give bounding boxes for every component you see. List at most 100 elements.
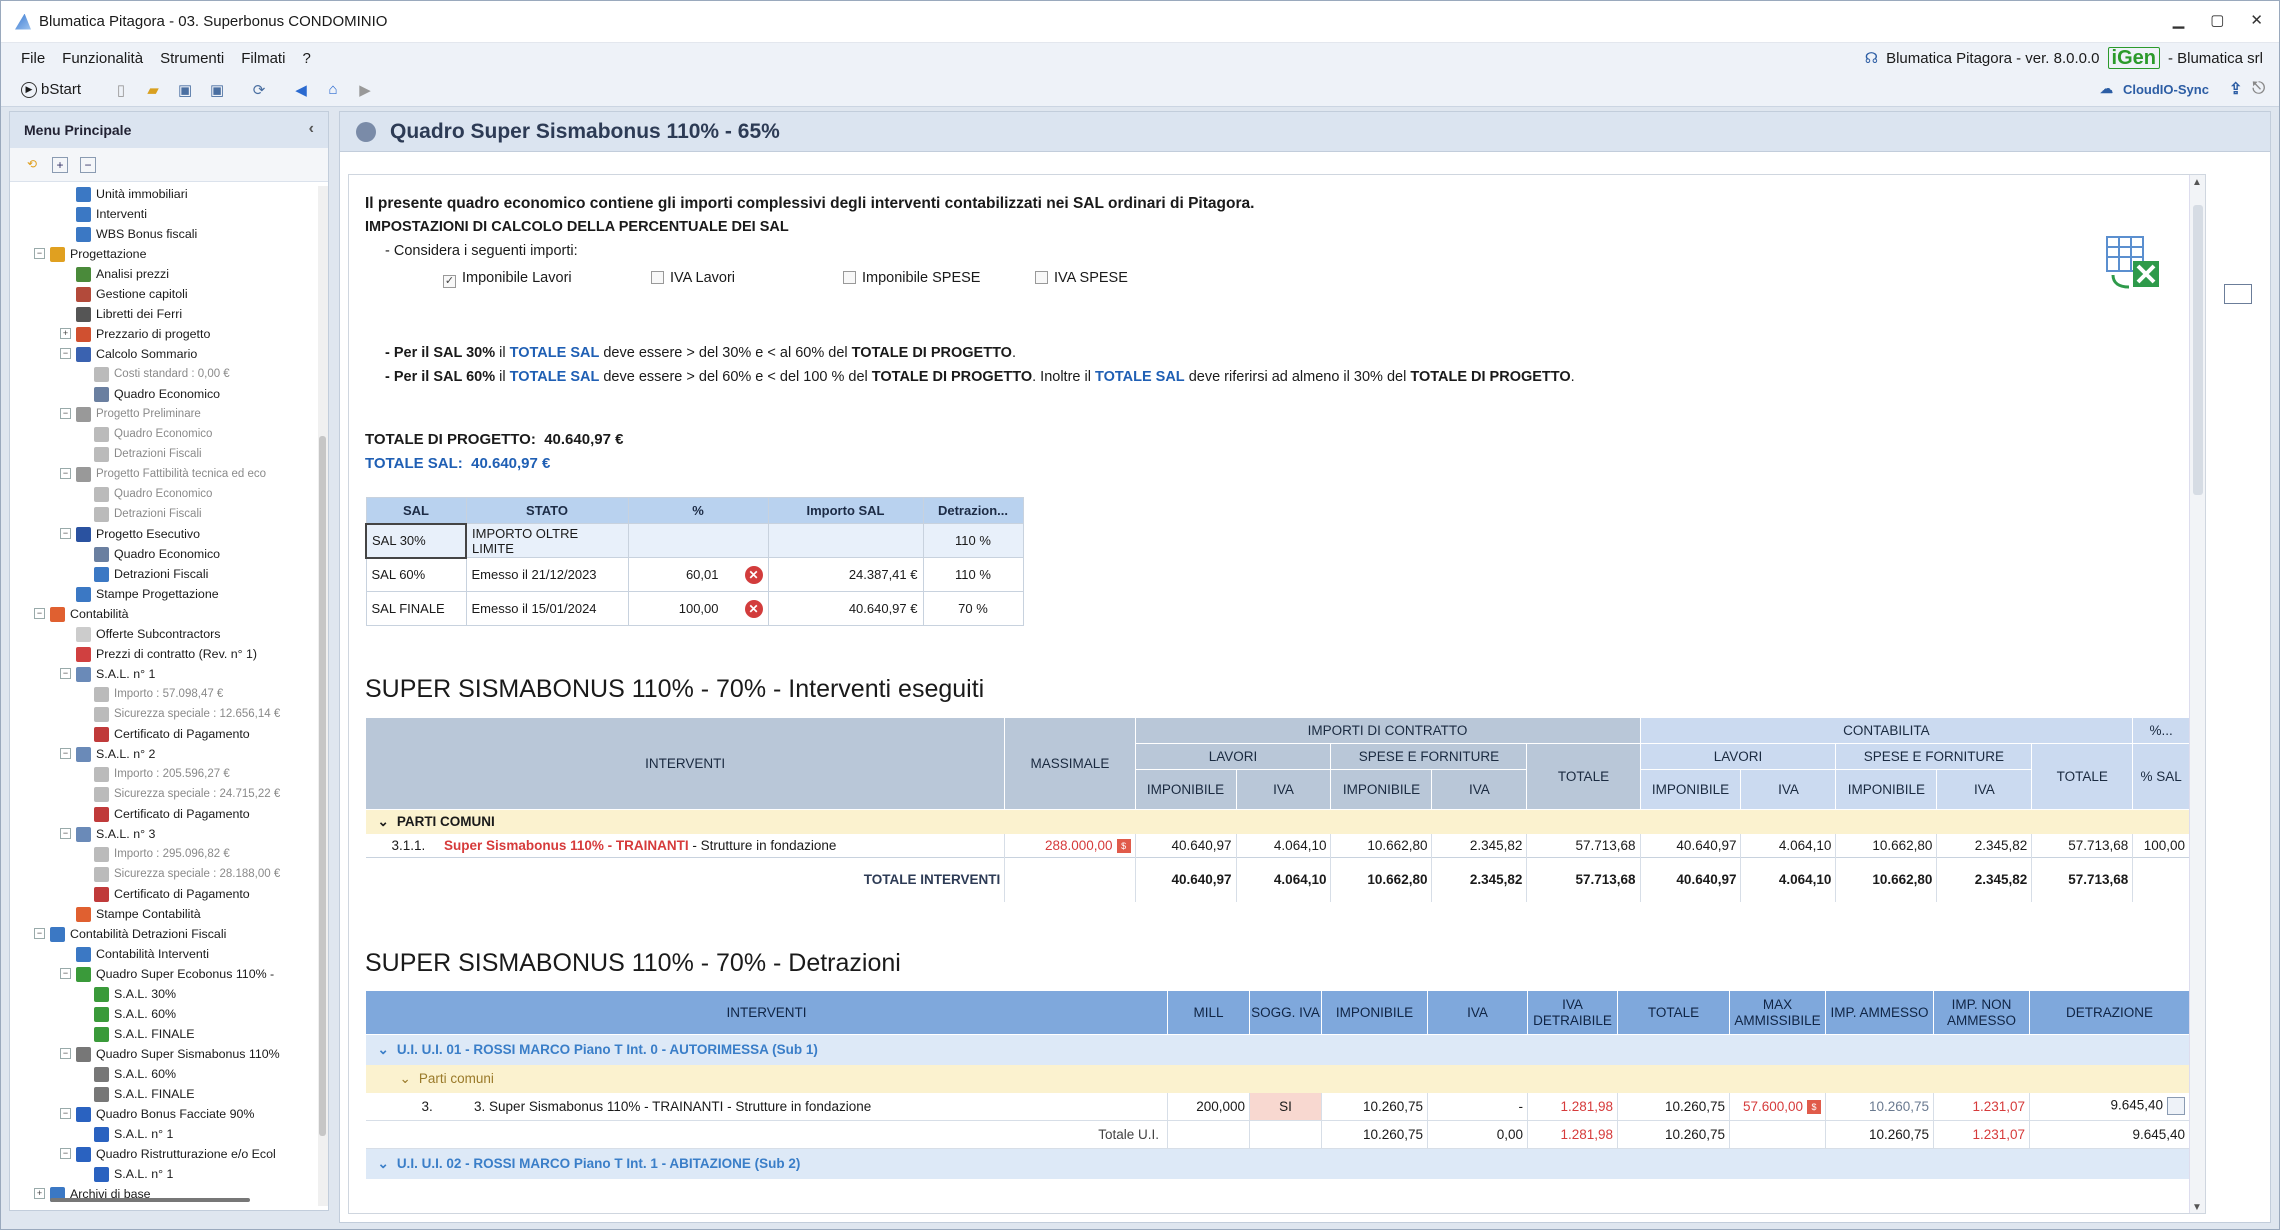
col-imponibile[interactable]: IMPONIBILE bbox=[1134, 769, 1237, 810]
back-arrow-icon[interactable]: ◀ bbox=[291, 81, 311, 99]
check-imponibile-spese[interactable]: Imponibile SPESE bbox=[843, 270, 980, 286]
tree-item[interactable]: Progetto Fattibilità tecnica ed eco bbox=[76, 464, 266, 484]
tree-item[interactable]: S.A.L. n° 3 bbox=[76, 824, 155, 844]
tree-item[interactable]: Importo : 295.096,82 € bbox=[94, 844, 230, 864]
sidebar-horizontal-scrollbar[interactable] bbox=[50, 1198, 250, 1202]
scroll-down-icon[interactable]: ▼ bbox=[2192, 1202, 2202, 1213]
tree-item[interactable]: Detrazioni Fiscali bbox=[94, 444, 202, 464]
tree-item[interactable]: Quadro Economico bbox=[94, 384, 220, 404]
tree-item[interactable]: Stampe Progettazione bbox=[76, 584, 219, 604]
col-pct-sal[interactable]: % SAL bbox=[2132, 743, 2190, 810]
tree-item[interactable]: Prezzi di contratto (Rev. n° 1) bbox=[76, 644, 257, 664]
maximize-button[interactable]: ▢ bbox=[2210, 11, 2224, 29]
tree-item[interactable]: Quadro Ristrutturazione e/o Ecol bbox=[76, 1144, 276, 1164]
tree-item[interactable]: Analisi prezzi bbox=[76, 264, 169, 284]
collapse-node-icon[interactable]: − bbox=[60, 668, 71, 679]
col-imp-ammesso[interactable]: IMP. AMMESSO bbox=[1825, 990, 1934, 1035]
col-importo-sal[interactable]: Importo SAL bbox=[767, 497, 924, 524]
col-iva[interactable]: IVA bbox=[1936, 769, 2033, 810]
tree-item[interactable]: Certificato di Pagamento bbox=[94, 804, 250, 824]
col-detrazione[interactable]: DETRAZIONE bbox=[2029, 990, 2190, 1035]
collapse-sidebar-icon[interactable]: ‹ bbox=[309, 120, 314, 138]
collapse-node-icon[interactable]: − bbox=[60, 468, 71, 479]
col-sal[interactable]: SAL bbox=[365, 497, 467, 524]
collapse-node-icon[interactable]: − bbox=[60, 1048, 71, 1059]
table-row[interactable]: 3.1.1. Super Sismabonus 110% - TRAINANTI… bbox=[365, 833, 2190, 858]
sidebar-scrollbar[interactable] bbox=[318, 186, 328, 1206]
excel-export-icon[interactable] bbox=[2105, 235, 2161, 291]
tree-item[interactable]: S.A.L. FINALE bbox=[94, 1084, 195, 1104]
tree-item[interactable]: Quadro Economico bbox=[94, 544, 220, 564]
tree-item[interactable]: Gestione capitoli bbox=[76, 284, 188, 304]
col-stato[interactable]: STATO bbox=[465, 497, 629, 524]
col-totale-contab[interactable]: TOTALE bbox=[2031, 743, 2134, 810]
col-imponibile[interactable]: IMPONIBILE bbox=[1639, 769, 1742, 810]
tree-item[interactable]: S.A.L. 60% bbox=[94, 1004, 176, 1024]
tree-item[interactable]: Quadro Economico bbox=[94, 484, 212, 504]
tree-item[interactable]: Progetto Esecutivo bbox=[76, 524, 200, 544]
tree-item[interactable]: Stampe Contabilità bbox=[76, 904, 201, 924]
tree-item[interactable]: Certificato di Pagamento bbox=[94, 884, 250, 904]
col-imponibile[interactable]: IMPONIBILE bbox=[1321, 990, 1428, 1035]
tree-item[interactable]: Offerte Subcontractors bbox=[76, 624, 220, 644]
tree-item[interactable]: Contabilità bbox=[50, 604, 129, 624]
export-icon[interactable]: ⇪ bbox=[2229, 79, 2242, 99]
collapse-chevron-icon[interactable]: ⌄ bbox=[378, 1042, 389, 1057]
tree-item[interactable]: Costi standard : 0,00 € bbox=[94, 364, 230, 384]
collapse-node-icon[interactable]: − bbox=[60, 828, 71, 839]
exit-icon[interactable]: ⎋ bbox=[2252, 80, 2265, 98]
checkbox-icon[interactable] bbox=[1035, 271, 1048, 284]
collapse-node-icon[interactable]: − bbox=[60, 1148, 71, 1159]
collapse-node-icon[interactable]: − bbox=[60, 348, 71, 359]
parti-comuni-row[interactable]: ⌄ Parti comuni bbox=[365, 1064, 2190, 1093]
tree-item[interactable]: Sicurezza speciale : 24.715,22 € bbox=[94, 784, 280, 804]
collapse-all-icon[interactable]: − bbox=[80, 156, 96, 173]
minimize-button[interactable]: ▁ bbox=[2173, 11, 2185, 29]
collapse-chevron-icon[interactable]: ⌄ bbox=[378, 814, 389, 829]
tree-item[interactable]: Progetto Preliminare bbox=[76, 404, 201, 424]
collapse-node-icon[interactable]: − bbox=[34, 248, 45, 259]
menu-help[interactable]: ? bbox=[302, 50, 310, 67]
sal-row[interactable]: SAL 60% Emesso il 21/12/2023 60,01 ✕ 24.387,… bbox=[365, 557, 1024, 592]
collapse-node-icon[interactable]: − bbox=[60, 408, 71, 419]
refresh-icon[interactable]: ⟳ bbox=[249, 81, 269, 99]
col-imponibile[interactable]: IMPONIBILE bbox=[1835, 769, 1938, 810]
cell[interactable]: SI bbox=[1249, 1092, 1322, 1121]
collapse-node-icon[interactable]: − bbox=[60, 748, 71, 759]
ui-group-row[interactable]: ⌄ U.I. U.I. 02 - ROSSI MARCO Piano T Int.… bbox=[365, 1148, 2190, 1179]
col-sogg-iva[interactable]: SOGG. IVA bbox=[1249, 990, 1322, 1035]
tree-item[interactable]: WBS Bonus fiscali bbox=[76, 224, 197, 244]
expand-node-icon[interactable]: + bbox=[60, 328, 71, 339]
tree-item[interactable]: Detrazioni Fiscali bbox=[94, 504, 202, 524]
checkbox-icon[interactable] bbox=[843, 271, 856, 284]
col-imp-non-ammesso[interactable]: IMP. NON AMMESSO bbox=[1933, 990, 2030, 1035]
delete-sal-icon[interactable]: ✕ bbox=[744, 565, 763, 584]
check-imponibile-lavori[interactable]: ✓ Imponibile Lavori bbox=[443, 270, 572, 288]
group-row[interactable]: ⌄ PARTI COMUNI bbox=[365, 809, 2190, 834]
col-iva[interactable]: IVA bbox=[1431, 769, 1528, 810]
col-iva-detraibile[interactable]: IVA DETRAIBILE bbox=[1527, 990, 1618, 1035]
table-row[interactable]: 3. 3. Super Sismabonus 110% - TRAINANTI … bbox=[365, 1092, 2190, 1121]
tree-item[interactable]: Certificato di Pagamento bbox=[94, 724, 250, 744]
tree-item[interactable]: Interventi bbox=[76, 204, 147, 224]
tree-item[interactable]: S.A.L. n° 1 bbox=[94, 1124, 173, 1144]
tree-item[interactable]: Calcolo Sommario bbox=[76, 344, 197, 364]
sync-tree-icon[interactable]: ⟲ bbox=[24, 157, 40, 173]
collapse-chevron-icon[interactable]: ⌄ bbox=[378, 1156, 389, 1171]
check-iva-spese[interactable]: IVA SPESE bbox=[1035, 270, 1128, 286]
expand-all-icon[interactable]: + bbox=[52, 156, 68, 173]
tree-item[interactable]: Libretti dei Ferri bbox=[76, 304, 182, 324]
tree-item[interactable]: S.A.L. n° 1 bbox=[76, 664, 155, 684]
scroll-up-icon[interactable]: ▲ bbox=[2192, 177, 2202, 188]
col-interventi[interactable]: INTERVENTI bbox=[364, 717, 1006, 810]
collapse-node-icon[interactable]: − bbox=[34, 608, 45, 619]
col-imponibile[interactable]: IMPONIBILE bbox=[1330, 769, 1433, 810]
tree-item[interactable]: Importo : 57.098,47 € bbox=[94, 684, 223, 704]
bstart-button[interactable]: bStart bbox=[41, 81, 81, 98]
tree-item[interactable]: Quadro Super Ecobonus 110% - bbox=[76, 964, 274, 984]
col-interventi[interactable]: INTERVENTI bbox=[365, 990, 1168, 1035]
close-button[interactable]: ✕ bbox=[2250, 11, 2263, 29]
col-pct[interactable]: % bbox=[627, 497, 769, 524]
check-iva-lavori[interactable]: IVA Lavori bbox=[651, 270, 735, 286]
collapse-node-icon[interactable]: − bbox=[60, 1108, 71, 1119]
